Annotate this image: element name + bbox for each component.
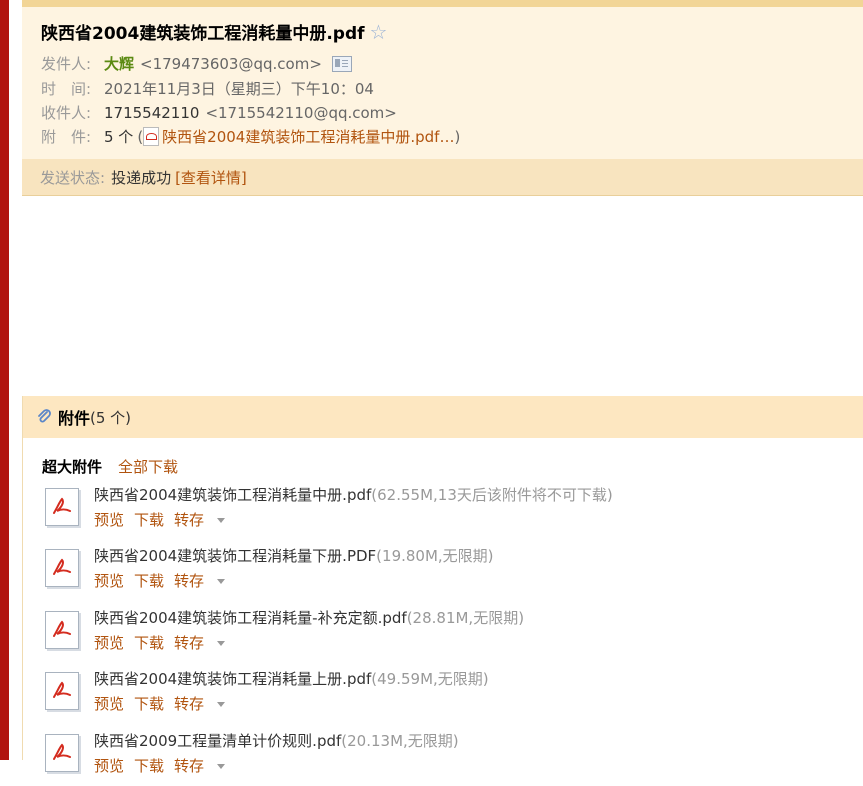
preview-link[interactable]: 预览 [94,570,124,591]
download-link[interactable]: 下载 [134,509,164,530]
chevron-down-icon [217,579,226,584]
paperclip-icon [38,409,51,423]
attachment-meta: (28.81M,无限期) [406,609,525,627]
view-details-link[interactable]: [查看详情] [175,167,247,188]
forward-dropdown[interactable]: 转存 [174,570,235,591]
mail-header: 陕西省2004建筑装饰工程消耗量中册.pdf ☆ 发件人: 大辉 <179473… [22,7,863,196]
chevron-down-icon [217,702,226,707]
forward-label: 转存 [174,572,205,590]
status-value: 投递成功 [111,168,172,187]
attachment-name[interactable]: 陕西省2004建筑装饰工程消耗量上册.pdf [94,670,371,688]
attachment-item: 陕西省2004建筑装饰工程消耗量-补充定额.pdf(28.81M,无限期) 预览下… [42,607,842,663]
pdf-icon [143,127,160,146]
attachment-meta: (20.13M,无限期) [341,732,459,750]
forward-dropdown[interactable]: 转存 [174,693,235,714]
preview-link[interactable]: 预览 [94,755,124,776]
large-attachments-head: 超大附件 全部下载 [42,456,178,477]
attachments-title: 附件 [58,409,91,428]
forward-label: 转存 [174,695,205,713]
forward-dropdown[interactable]: 转存 [174,755,235,776]
attachment-actions: 预览 下载 转存 [94,509,245,530]
top-strip [22,0,863,7]
attachment-name-line: 陕西省2004建筑装饰工程消耗量下册.PDF(19.80M,无限期) [94,545,494,566]
attachments-count: (5 个) [90,408,132,427]
contact-card-icon[interactable] [331,55,352,72]
to-row: 收件人: 1715542110 <1715542110@qq.com> [41,102,397,123]
attachment-name[interactable]: 陕西省2004建筑装饰工程消耗量下册.PDF [94,547,376,565]
attachments-panel: 附件 (5 个) 超大附件 全部下载 陕西省2004建筑装饰工程消耗量中册.pd… [22,396,863,775]
attach-first-link[interactable]: 陕西省2004建筑装饰工程消耗量中册.pdf… [162,126,454,147]
attachment-actions: 预览 下载 转存 [94,570,245,591]
attachment-name-line: 陕西省2004建筑装饰工程消耗量上册.pdf(49.59M,无限期) [94,668,489,689]
attachment-name-line: 陕西省2004建筑装饰工程消耗量-补充定额.pdf(28.81M,无限期) [94,607,524,628]
attachment-item: 陕西省2004建筑装饰工程消耗量中册.pdf(62.55M,13天后该附件将不可… [42,484,842,540]
attachment-name[interactable]: 陕西省2004建筑装饰工程消耗量-补充定额.pdf [94,609,407,627]
download-link[interactable]: 下载 [134,570,164,591]
attachment-name[interactable]: 陕西省2004建筑装饰工程消耗量中册.pdf [94,486,371,504]
pdf-file-icon[interactable] [45,672,79,710]
from-label: 发件人: [41,55,92,73]
time-value: 2021年11月3日（星期三）下午10：04 [104,80,374,98]
attachment-actions: 预览 下载 转存 [94,755,245,776]
attachment-actions: 预览 下载 转存 [94,693,245,714]
chevron-down-icon [217,518,226,523]
forward-dropdown[interactable]: 转存 [174,509,235,530]
attachment-name[interactable]: 陕西省2009工程量清单计价规则.pdf [94,732,341,750]
forward-label: 转存 [174,634,205,652]
from-row: 发件人: 大辉 <179473603@qq.com> [41,53,352,74]
chevron-down-icon [217,764,226,769]
preview-link[interactable]: 预览 [94,509,124,530]
download-link[interactable]: 下载 [134,755,164,776]
forward-label: 转存 [174,511,205,529]
attachment-meta: (49.59M,无限期) [371,670,489,688]
status-label: 发送状态: [40,168,106,187]
attachment-item: 陕西省2004建筑装饰工程消耗量上册.pdf(49.59M,无限期) 预览 下载 转存 [42,668,842,724]
time-label: 时 间: [41,80,92,98]
attachment-name-line: 陕西省2004建筑装饰工程消耗量中册.pdf(62.55M,13天后该附件将不可… [94,484,613,505]
download-all-link[interactable]: 全部下载 [118,456,178,477]
attachment-meta: (19.80M,无限期) [376,547,494,565]
attachment-actions: 预览 下载 转存 [94,632,245,653]
recipient-name[interactable]: 1715542110 [104,104,199,122]
attach-row: 附 件: 5 个 ( 陕西省2004建筑装饰工程消耗量中册.pdf… ) [41,126,460,147]
attachment-item: 陕西省2004建筑装饰工程消耗量下册.PDF(19.80M,无限期) 预览 下载 转存 [42,545,842,601]
forward-dropdown[interactable]: 转存 [174,632,235,653]
preview-link[interactable]: 预览 [94,693,124,714]
attach-close-paren: ) [454,127,461,146]
attachment-item: 陕西省2009工程量清单计价规则.pdf(20.13M,无限期) 预览 下载 转存 [42,730,842,786]
attachment-name-line: 陕西省2009工程量清单计价规则.pdf(20.13M,无限期) [94,730,459,751]
left-gap [9,0,22,760]
sender-name[interactable]: 大辉 [104,53,134,74]
pdf-file-icon[interactable] [45,549,79,587]
download-link[interactable]: 下载 [134,693,164,714]
attach-count: 5 个 [104,128,134,146]
pdf-file-icon[interactable] [45,488,79,526]
time-row: 时 间: 2021年11月3日（星期三）下午10：04 [41,78,374,99]
sender-email[interactable]: <179473603@qq.com> [140,55,322,73]
download-link[interactable]: 下载 [134,632,164,653]
mail-subject: 陕西省2004建筑装饰工程消耗量中册.pdf ☆ [41,19,388,45]
to-label: 收件人: [41,104,92,122]
star-icon[interactable]: ☆ [370,22,388,42]
attach-label: 附 件: [41,128,92,146]
chevron-down-icon [217,641,226,646]
recipient-email[interactable]: <1715542110@qq.com> [205,104,396,122]
attachment-meta: (62.55M,13天后该附件将不可下载) [371,486,613,504]
subject-text: 陕西省2004建筑装饰工程消耗量中册.pdf [41,24,365,44]
pdf-file-icon[interactable] [45,611,79,649]
preview-link[interactable]: 预览 [94,632,124,653]
pdf-file-icon[interactable] [45,734,79,772]
large-attachments-label: 超大附件 [42,458,103,476]
send-status-bar: 发送状态: 投递成功 [查看详情] [22,159,863,195]
attachments-header: 附件 (5 个) [23,396,863,438]
